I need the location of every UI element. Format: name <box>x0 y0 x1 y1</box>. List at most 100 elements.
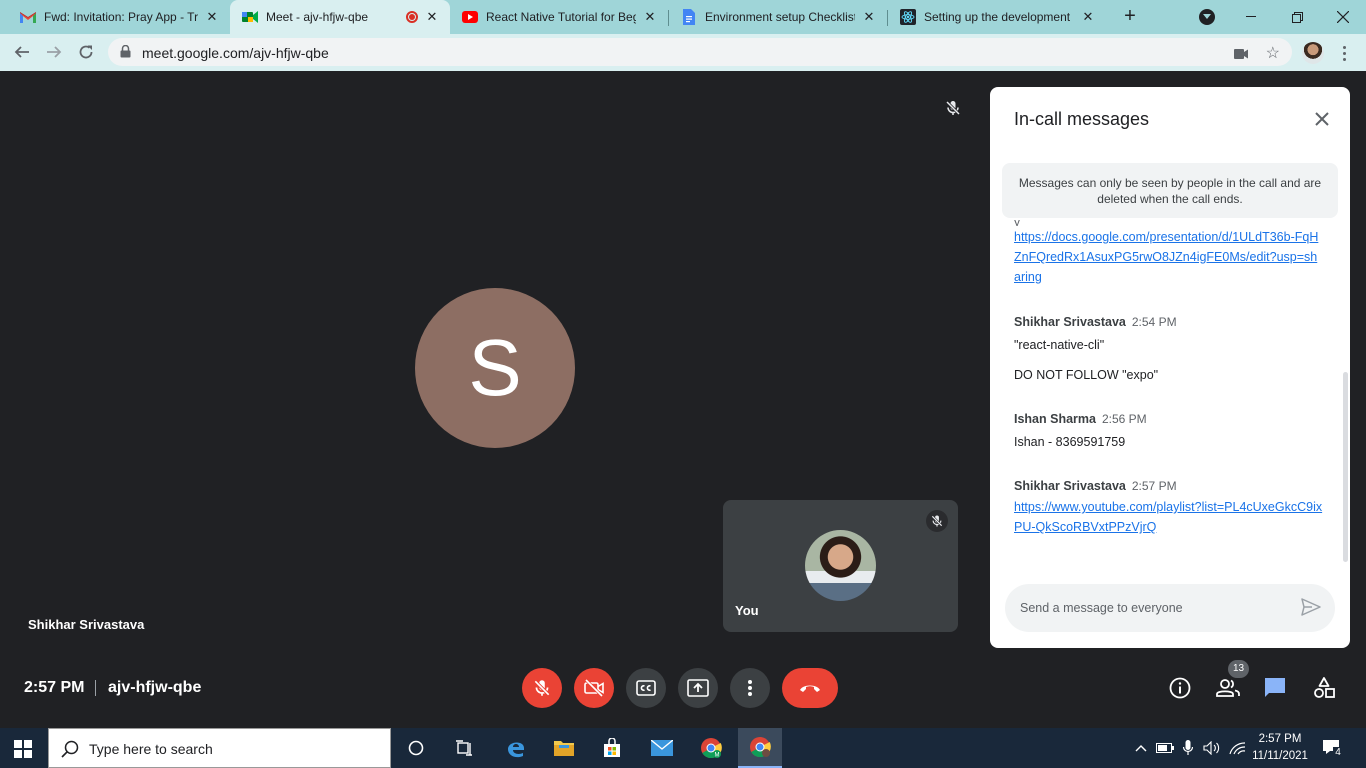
meeting-clock: 2:57 PM <box>24 679 85 696</box>
chevron-down-icon <box>1199 9 1215 25</box>
chat-notice: Messages can only be seen by people in t… <box>1002 163 1338 218</box>
activities-icon <box>1314 677 1335 698</box>
microphone-status[interactable] <box>1178 728 1198 768</box>
chat-message-list[interactable]: y https://docs.google.com/presentation/d… <box>990 220 1342 560</box>
close-tab-icon[interactable]: ✕ <box>861 9 877 25</box>
taskbar-store[interactable] <box>590 728 634 768</box>
tab-title: React Native Tutorial for Begi <box>486 10 636 24</box>
close-icon <box>1315 112 1329 126</box>
camera-off-icon <box>584 678 604 698</box>
tab-docs[interactable]: Environment setup Checklist ✕ <box>669 0 887 34</box>
back-button[interactable] <box>8 38 36 66</box>
message-text: Ishan - 8369591759 <box>1014 435 1126 449</box>
forward-button[interactable] <box>40 38 68 66</box>
restore-button[interactable] <box>1274 0 1320 34</box>
tab-youtube[interactable]: React Native Tutorial for Begi ✕ <box>450 0 668 34</box>
self-video-tile[interactable]: You <box>723 500 958 632</box>
message-text: "react-native-cli" <box>1014 338 1105 352</box>
message-link[interactable]: https://www.youtube.com/playlist?list=PL… <box>1014 497 1324 537</box>
captions-button[interactable] <box>626 668 666 708</box>
microphone-toggle-button[interactable] <box>522 668 562 708</box>
task-view-icon <box>456 740 472 756</box>
reload-button[interactable] <box>72 38 100 66</box>
leave-call-button[interactable] <box>782 668 838 708</box>
more-vert-icon <box>748 680 752 696</box>
taskbar-edge[interactable] <box>494 728 538 768</box>
chat-message: Ishan Sharma 2:56 PM Ishan - 8369591759 <box>1014 410 1324 450</box>
close-window-button[interactable] <box>1320 0 1366 34</box>
windows-taskbar: Type here to search M 2:57 PM 11/11/2021 <box>0 728 1366 768</box>
camera-toggle-button[interactable] <box>574 668 614 708</box>
message-sender: Ishan Sharma <box>1014 412 1096 426</box>
participants-button[interactable] <box>1215 675 1241 701</box>
chat-button[interactable] <box>1262 675 1288 701</box>
recording-icon <box>406 11 418 23</box>
tab-meet[interactable]: Meet - ajv-hfjw-qbe ✕ <box>230 0 450 34</box>
minimize-icon <box>1246 16 1256 17</box>
close-chat-button[interactable] <box>1310 107 1334 131</box>
send-icon[interactable] <box>1301 598 1321 621</box>
tab-title: Meet - ajv-hfjw-qbe <box>266 10 369 24</box>
meet-stage: S Shikhar Srivastava You In-call message… <box>0 71 1366 728</box>
meeting-code: ajv-hfjw-qbe <box>108 679 202 696</box>
cortana-button[interactable] <box>394 728 438 768</box>
chat-scrollbar[interactable] <box>1343 372 1348 562</box>
tab-react[interactable]: Setting up the development ✕ <box>888 0 1106 34</box>
participant-name: Shikhar Srivastava <box>28 617 145 632</box>
minimize-button[interactable] <box>1228 0 1274 34</box>
browser-tab-strip: Fwd: Invitation: Pray App - Tra ✕ Meet -… <box>0 0 1366 34</box>
address-bar[interactable]: meet.google.com/ajv-hfjw-qbe ☆ <box>108 38 1292 66</box>
cortana-icon <box>408 740 424 756</box>
message-text: DO NOT FOLLOW "expo" <box>1014 368 1159 382</box>
arrow-left-icon <box>14 46 29 58</box>
taskbar-chrome-active[interactable] <box>738 728 782 768</box>
tab-search-button[interactable] <box>1184 0 1230 34</box>
new-tab-button[interactable]: + <box>1118 5 1142 29</box>
more-options-button[interactable] <box>730 668 770 708</box>
windows-start-button[interactable] <box>14 740 32 758</box>
close-tab-icon[interactable]: ✕ <box>204 9 220 25</box>
participant-avatar: S <box>415 288 575 448</box>
activities-button[interactable] <box>1311 675 1337 701</box>
show-hidden-icons-button[interactable] <box>1131 728 1151 768</box>
taskbar-mail[interactable] <box>640 728 684 768</box>
action-center-button[interactable]: 4 <box>1322 738 1343 758</box>
edge-icon <box>508 742 524 758</box>
battery-icon <box>1156 743 1174 753</box>
camera-in-use-icon[interactable] <box>1234 46 1248 64</box>
chat-message: y https://docs.google.com/presentation/d… <box>1014 220 1324 287</box>
people-icon <box>1216 679 1240 697</box>
volume-status[interactable] <box>1201 728 1223 768</box>
network-status[interactable] <box>1226 728 1248 768</box>
mic-off-icon <box>534 680 550 696</box>
volume-icon <box>1203 741 1220 755</box>
bookmark-star-icon[interactable]: ☆ <box>1266 43 1280 63</box>
lock-icon[interactable] <box>120 44 131 63</box>
chrome-icon: M <box>701 738 722 758</box>
taskbar-chrome-profile[interactable]: M <box>689 728 733 768</box>
react-icon <box>900 9 916 25</box>
chat-compose-box <box>1005 584 1335 632</box>
close-tab-icon[interactable]: ✕ <box>642 9 658 25</box>
taskbar-file-explorer[interactable] <box>542 728 586 768</box>
meeting-details-button[interactable] <box>1167 675 1193 701</box>
close-tab-icon[interactable]: ✕ <box>424 9 440 25</box>
tab-gmail[interactable]: Fwd: Invitation: Pray App - Tra ✕ <box>8 0 230 34</box>
youtube-icon <box>462 9 478 25</box>
self-mute-indicator <box>926 510 948 532</box>
meet-icon <box>242 9 258 25</box>
battery-status[interactable] <box>1154 728 1176 768</box>
profile-avatar[interactable] <box>1302 42 1324 64</box>
close-tab-icon[interactable]: ✕ <box>1080 9 1096 25</box>
system-clock[interactable]: 2:57 PM 11/11/2021 <box>1250 731 1310 765</box>
docs-icon <box>681 9 697 25</box>
present-screen-button[interactable] <box>678 668 718 708</box>
chat-message-input[interactable] <box>1020 598 1280 618</box>
task-view-button[interactable] <box>442 728 486 768</box>
taskbar-search-box[interactable]: Type here to search <box>48 728 391 768</box>
chevron-up-icon <box>1135 745 1147 752</box>
search-placeholder: Type here to search <box>89 741 213 757</box>
message-link[interactable]: https://docs.google.com/presentation/d/1… <box>1014 227 1324 287</box>
system-time: 2:57 PM <box>1258 733 1302 745</box>
chrome-menu-button[interactable] <box>1336 42 1352 64</box>
